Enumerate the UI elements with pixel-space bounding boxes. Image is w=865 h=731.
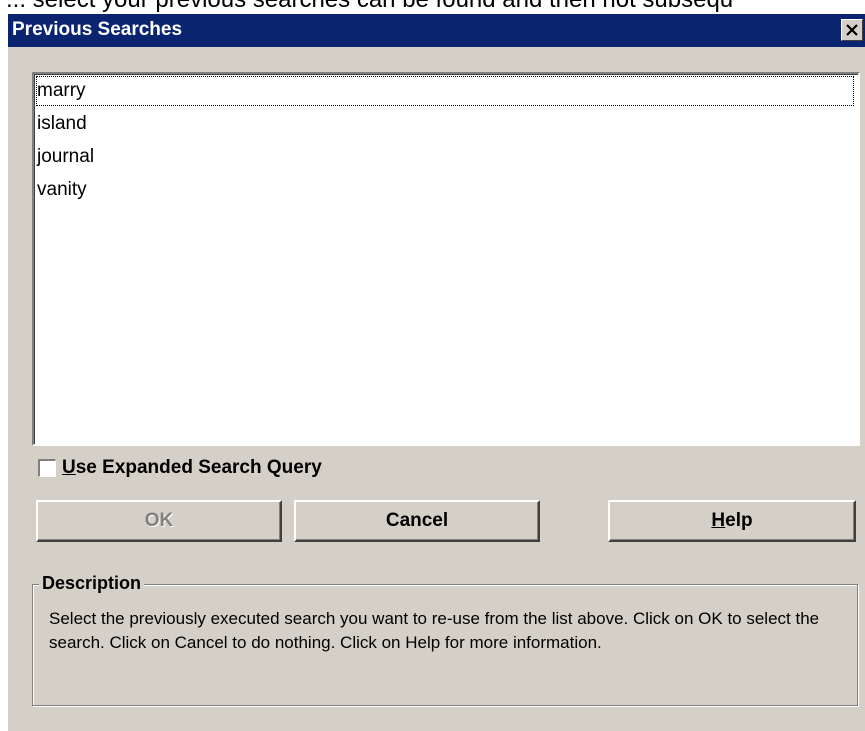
help-label-text: elp [725, 510, 753, 531]
expanded-query-accelerator: U [62, 457, 76, 478]
background-window-text: ... select your previous searches can be… [6, 0, 733, 14]
expanded-query-option[interactable]: Use Expanded Search Query [38, 456, 322, 480]
help-accelerator: H [711, 510, 726, 531]
list-item[interactable]: vanity [36, 175, 854, 205]
title-bar[interactable]: Previous Searches [8, 14, 865, 47]
cancel-button[interactable]: Cancel [294, 500, 540, 542]
expanded-query-label-text: se Expanded Search Query [75, 457, 322, 478]
description-text: Select the previously executed search yo… [49, 609, 820, 652]
previous-searches-list[interactable]: marry island journal vanity [32, 72, 860, 446]
expanded-query-label[interactable]: Use Expanded Search Query [62, 457, 322, 479]
help-button[interactable]: Help [608, 500, 856, 542]
previous-searches-dialog: Previous Searches marry island journal v… [8, 14, 865, 731]
close-button[interactable] [841, 19, 863, 41]
list-item[interactable]: journal [36, 142, 854, 172]
close-icon [846, 24, 858, 36]
dialog-title: Previous Searches [12, 19, 183, 40]
description-legend: Description [39, 573, 145, 594]
description-group: Description Select the previously execut… [32, 573, 858, 706]
ok-button[interactable]: OK [36, 500, 282, 542]
background-window-strip: ... select your previous searches can be… [0, 0, 865, 14]
list-item[interactable]: island [36, 109, 854, 139]
expanded-query-checkbox[interactable] [38, 459, 56, 477]
list-item[interactable]: marry [36, 76, 854, 106]
